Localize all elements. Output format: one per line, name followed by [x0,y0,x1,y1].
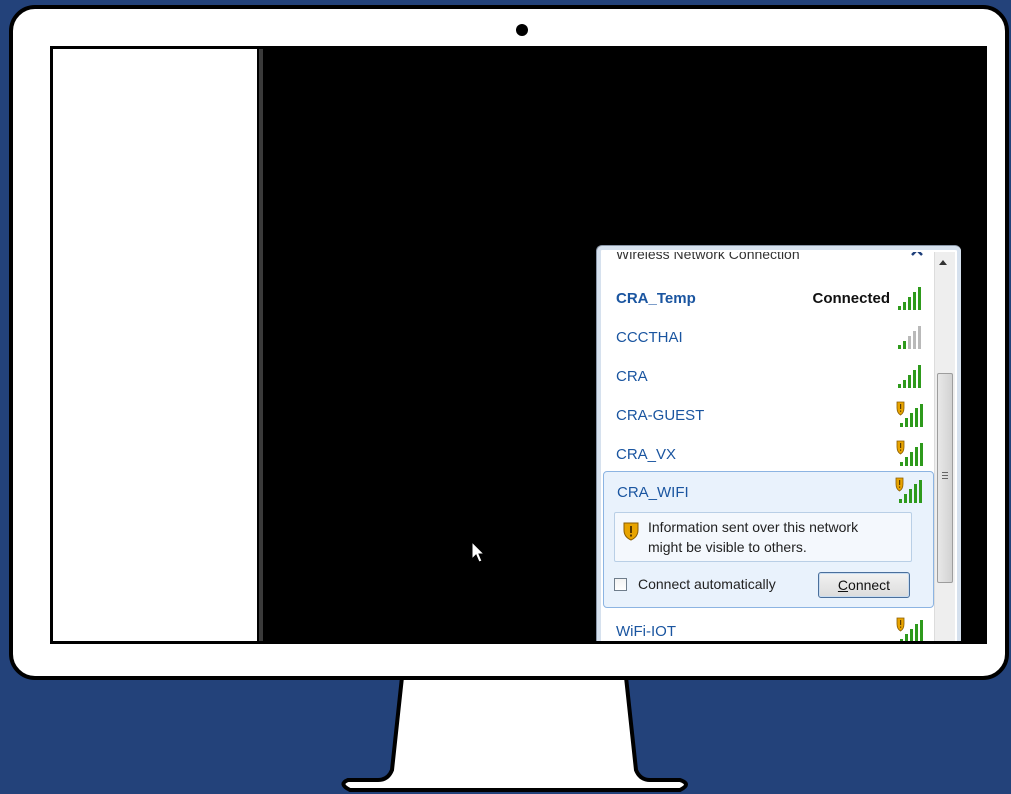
secured-signal-icon [896,617,923,641]
mouse-cursor-icon [471,541,486,563]
signal-strength-icon [898,365,921,388]
security-shield-warning-icon [623,522,639,541]
thumb-grip-icon [942,478,948,479]
network-item-cccthai[interactable]: CCCTHAI [603,319,934,358]
network-item-cra[interactable]: CRA [603,358,934,397]
thumb-grip-icon [942,475,948,476]
network-item-cra-guest[interactable]: CRA-GUEST [603,397,934,436]
network-list-scrollbar[interactable] [934,252,955,641]
network-name: CRA_Temp [616,290,696,307]
network-name: CRA_WIFI [617,484,689,501]
connect-button-label: onnect [848,577,891,593]
network-list: Wireless Network Connection CRA_Temp Con… [603,252,934,641]
network-item-cra-vx[interactable]: CRA_VX [603,436,934,475]
collapse-arrow-icon[interactable] [910,252,924,258]
wifi-network-flyout: Wireless Network Connection CRA_Temp Con… [596,245,961,641]
secured-signal-icon [895,477,922,503]
thumb-grip-icon [942,472,948,473]
scroll-up-arrow-icon[interactable] [939,260,947,265]
section-header-label: Wireless Network Connection [616,252,800,262]
connect-automatically-checkbox[interactable] [614,578,627,591]
network-item-cra-wifi-expanded[interactable]: CRA_WIFI Information sent over this netw… [603,471,934,608]
network-item-wifi-iot[interactable]: WiFi-IOT [603,613,934,641]
network-name: CRA_VX [616,446,677,463]
security-warning-box: Information sent over this network might… [614,512,912,562]
network-name: WiFi-IOT [616,623,676,640]
screen: Wireless Network Connection CRA_Temp Con… [50,46,987,644]
signal-strength-icon [898,326,921,349]
connect-automatically-label[interactable]: Connect automatically [638,576,776,592]
monitor-frame: Wireless Network Connection CRA_Temp Con… [9,5,1009,680]
connect-button-accesskey: C [837,577,849,593]
security-warning-text: Information sent over this network might… [648,517,908,557]
pane-divider[interactable] [259,49,263,641]
secured-signal-icon [896,401,923,427]
connection-status: Connected [812,290,890,307]
network-name: CCCTHAI [616,329,683,346]
left-pane [53,49,257,641]
signal-strength-icon [898,287,921,310]
connect-button[interactable]: Connect [818,572,910,598]
network-item-cra-temp[interactable]: CRA_Temp Connected [603,280,934,319]
warning-line-1: Information sent over this network [648,519,859,535]
section-header[interactable]: Wireless Network Connection [616,252,926,262]
network-name: CRA-GUEST [616,407,705,424]
secured-signal-icon [896,440,923,466]
warning-line-2: might be visible to others. [648,539,807,555]
webcam-dot [516,24,528,36]
scrollbar-thumb[interactable] [937,373,953,583]
network-name: CRA [616,368,648,385]
